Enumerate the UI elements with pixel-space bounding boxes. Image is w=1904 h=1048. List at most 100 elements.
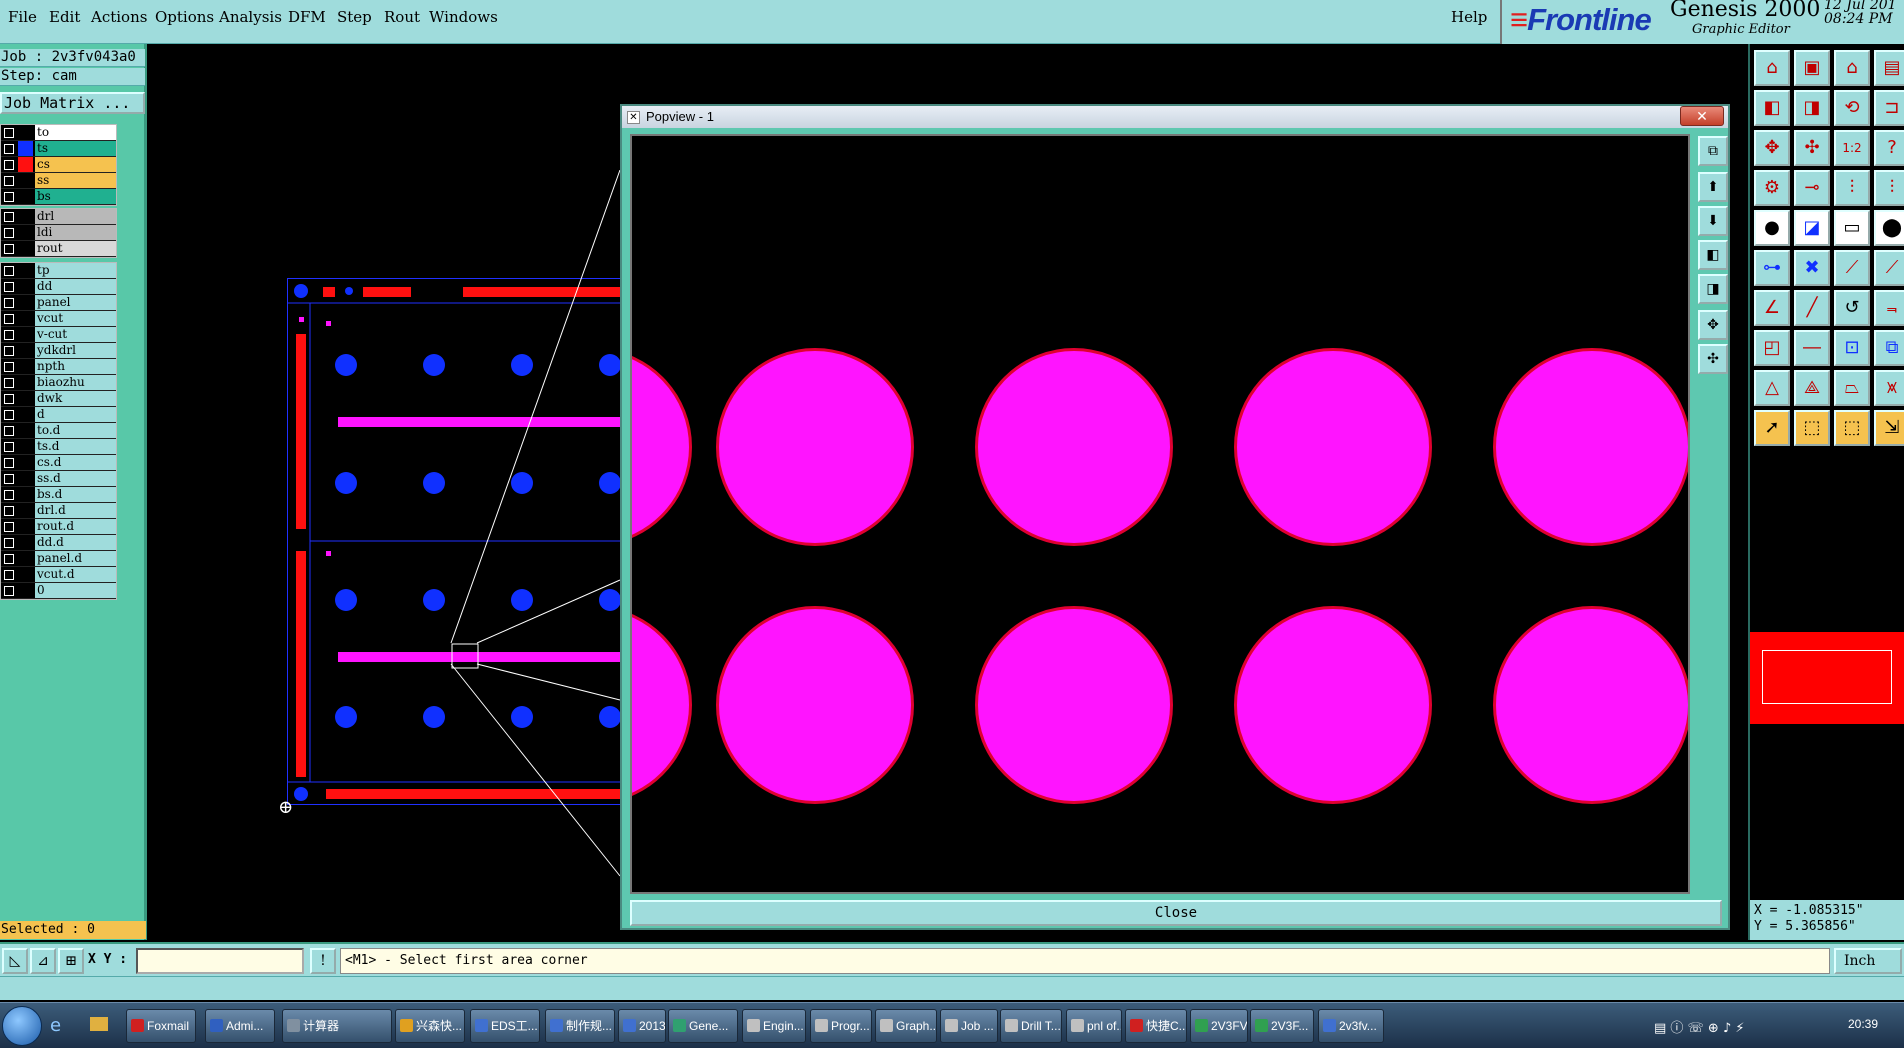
layer-row[interactable]: ss (1, 173, 116, 189)
layer-checkbox[interactable] (4, 211, 14, 222)
line-icon[interactable]: ⟋ (1834, 250, 1870, 286)
taskbar-button[interactable]: Admi... (205, 1009, 275, 1043)
job-matrix-button[interactable]: Job Matrix ... (0, 92, 145, 114)
zoom-in-icon[interactable]: ⬆ (1698, 172, 1728, 202)
layer-checkbox[interactable] (4, 361, 14, 372)
tray-icons[interactable]: ▤ ⓘ ☏ ⊕ ♪ ⚡ (1654, 1017, 1745, 1036)
layer-checkbox[interactable] (4, 473, 14, 484)
start-button[interactable] (2, 1006, 42, 1046)
layer-checkbox[interactable] (4, 505, 14, 516)
layer-row[interactable]: panel.d (1, 551, 116, 567)
measure-icon[interactable]: ⚙ (1754, 170, 1790, 206)
window-close-button[interactable]: ✕ (1680, 106, 1724, 126)
menu-dfm[interactable]: DFM (288, 8, 326, 26)
zoom-out-icon[interactable]: ⬇ (1698, 206, 1728, 236)
layer-checkbox[interactable] (4, 297, 14, 308)
layer-checkbox[interactable] (4, 143, 14, 154)
taskbar-button[interactable]: Job ... (940, 1009, 998, 1043)
taskbar-button[interactable]: 制作规... (545, 1009, 615, 1043)
net-highlight-icon[interactable]: ⫶ (1874, 170, 1904, 206)
polygon-icon[interactable]: ⟁ (1794, 370, 1830, 406)
taskbar-button[interactable]: Progr... (810, 1009, 872, 1043)
folder-icon[interactable] (90, 1017, 108, 1031)
taskbar-button[interactable]: 2V3F... (1250, 1009, 1314, 1043)
layer-row[interactable]: cs.d (1, 455, 116, 471)
layer-row[interactable]: drl.d (1, 503, 116, 519)
dimension-icon[interactable]: ⊡ (1834, 330, 1870, 366)
connect-icon[interactable]: ⊶ (1754, 250, 1790, 286)
zoom-extents-icon[interactable]: ✥ (1754, 130, 1790, 166)
layer-checkbox[interactable] (4, 377, 14, 388)
pan-right-icon[interactable]: ◨ (1794, 90, 1830, 126)
ruler-icon[interactable]: ▭ (1834, 210, 1870, 246)
layer-row[interactable]: ldi (1, 225, 116, 241)
layer-checkbox[interactable] (4, 409, 14, 420)
snap-icon[interactable]: ⊐ (1874, 90, 1904, 126)
select-box-icon[interactable]: ⬚ (1794, 410, 1830, 446)
pan-left-icon[interactable]: ◧ (1698, 240, 1728, 270)
taskbar-button[interactable]: Graph... (875, 1009, 937, 1043)
layer-row[interactable]: tp (1, 263, 116, 279)
delete-feature-icon[interactable]: ✖ (1794, 250, 1830, 286)
menu-actions[interactable]: Actions (91, 8, 147, 26)
menu-windows[interactable]: Windows (429, 8, 498, 26)
taskbar-button[interactable]: Gene... (668, 1009, 738, 1043)
layer-row[interactable]: ydkdrl (1, 343, 116, 359)
overview-map[interactable] (1750, 632, 1904, 724)
surface-icon[interactable]: ◪ (1794, 210, 1830, 246)
layer-row[interactable]: 0 (1, 583, 116, 599)
menu-analysis[interactable]: Analysis (219, 8, 282, 26)
layer-checkbox[interactable] (4, 345, 14, 356)
pan-icon[interactable]: ✣ (1698, 344, 1728, 374)
layer-checkbox[interactable] (4, 329, 14, 340)
arch-icon[interactable]: ⩙ (1874, 370, 1904, 406)
house-icon[interactable]: ⌂ (1834, 50, 1870, 86)
arc-icon[interactable]: ↺ (1834, 290, 1870, 326)
grid-snap-icon[interactable]: ⊿ (30, 948, 56, 974)
hline-icon[interactable]: ― (1794, 330, 1830, 366)
net-icon[interactable]: ⫶ (1834, 170, 1870, 206)
layer-checkbox[interactable] (4, 457, 14, 468)
layer-checkbox[interactable] (4, 243, 14, 254)
layer-checkbox[interactable] (4, 569, 14, 580)
layer-checkbox[interactable] (4, 159, 14, 170)
layer-checkbox[interactable] (4, 553, 14, 564)
xy-input[interactable] (136, 948, 304, 974)
grid-icon[interactable]: ⊞ (58, 948, 84, 974)
layer-checkbox[interactable] (4, 281, 14, 292)
taskbar-button[interactable]: 计算器 (282, 1009, 392, 1043)
route-icon[interactable]: ⫬ (1874, 290, 1904, 326)
select-pointer-icon[interactable]: ➚ (1754, 410, 1790, 446)
layer-row[interactable]: npth (1, 359, 116, 375)
layer-checkbox[interactable] (4, 489, 14, 500)
window-icon[interactable]: ▤ (1874, 50, 1904, 86)
menu-step[interactable]: Step (337, 8, 372, 26)
layer-row[interactable]: rout (1, 241, 116, 257)
taskbar-button[interactable]: 20130... (618, 1009, 666, 1043)
layer-row[interactable]: panel (1, 295, 116, 311)
taskbar-button[interactable]: 快捷C... (1125, 1009, 1187, 1043)
copy-icon[interactable]: ⧉ (1874, 330, 1904, 366)
taskbar-button[interactable]: 兴森快... (395, 1009, 465, 1043)
layer-row[interactable]: rout.d (1, 519, 116, 535)
layer-row[interactable]: d (1, 407, 116, 423)
popview-close-button[interactable]: Close (630, 900, 1722, 926)
taskbar-button[interactable]: Foxmail (126, 1009, 196, 1043)
select-net-icon[interactable]: ⇲ (1874, 410, 1904, 446)
menu-help[interactable]: Help (1451, 8, 1487, 26)
menu-file[interactable]: File (8, 8, 37, 26)
taskbar-button[interactable]: 2v3fv... (1318, 1009, 1384, 1043)
home-icon[interactable]: ⌂ (1754, 50, 1790, 86)
zoom-center-icon[interactable]: ✣ (1794, 130, 1830, 166)
layer-checkbox[interactable] (4, 127, 14, 138)
line-edit-icon[interactable]: ⟋ (1874, 250, 1904, 286)
redraw-icon[interactable]: ⟲ (1834, 90, 1870, 126)
menu-rout[interactable]: Rout (384, 8, 420, 26)
scale-icon[interactable]: 1:2 (1834, 130, 1870, 166)
square-pad-icon[interactable]: ◰ (1754, 330, 1790, 366)
layer-checkbox[interactable] (4, 441, 14, 452)
taskbar-button[interactable]: EDS工... (470, 1009, 540, 1043)
layer-row[interactable]: bs (1, 189, 116, 205)
layer-checkbox[interactable] (4, 265, 14, 276)
taskbar-button[interactable]: pnl of... (1066, 1009, 1122, 1043)
